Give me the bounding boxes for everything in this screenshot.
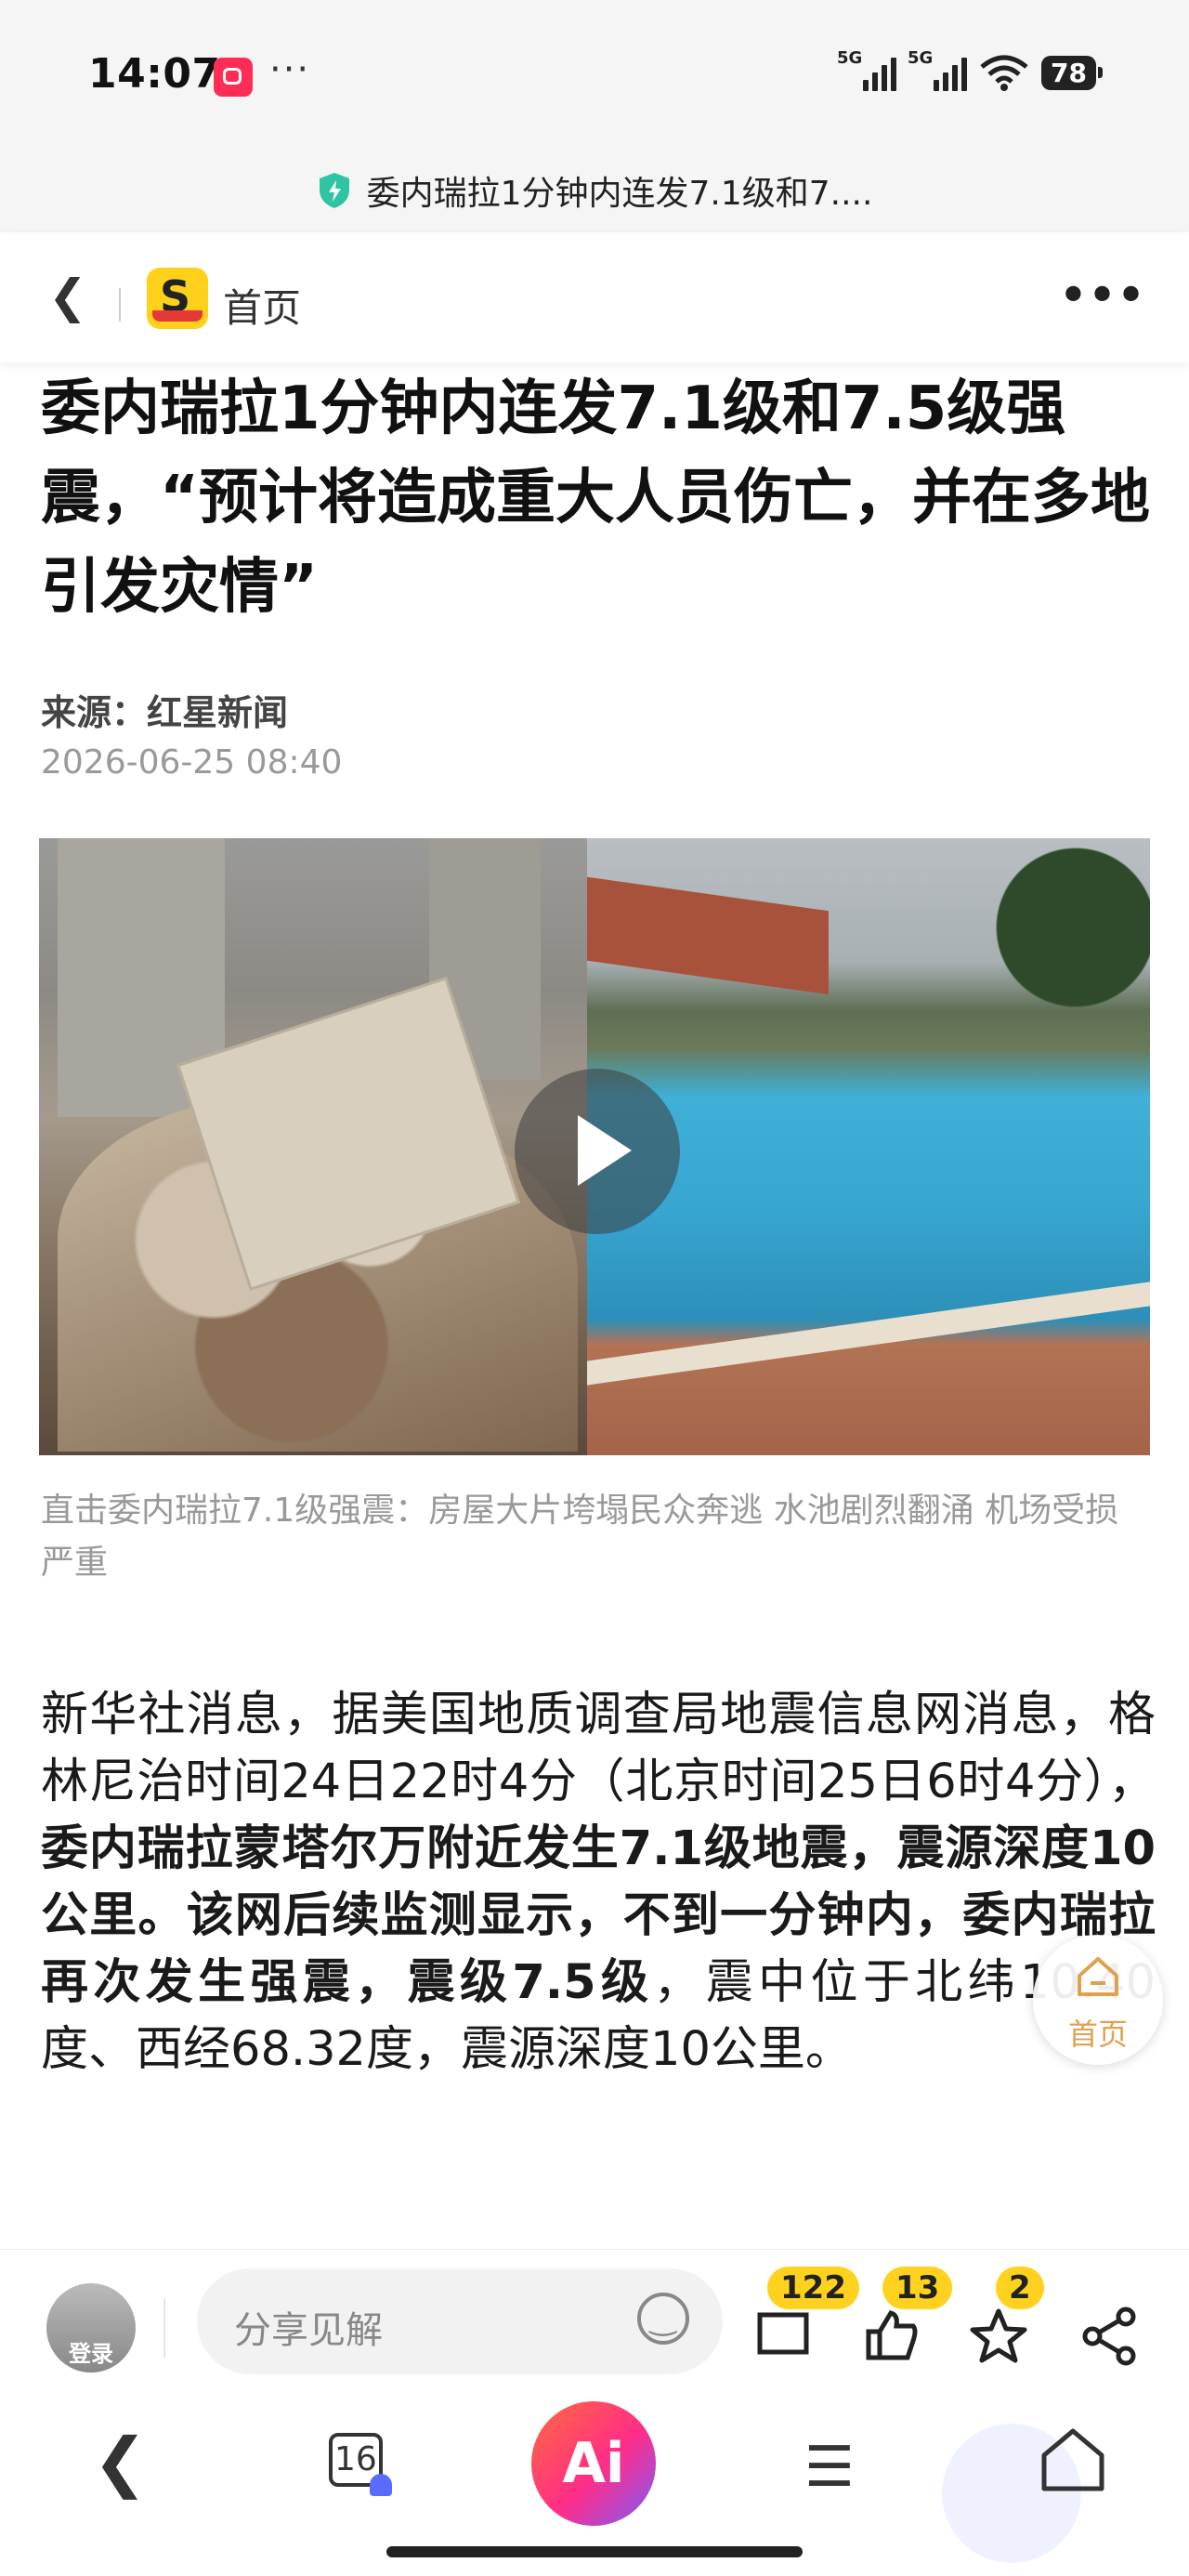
- likes-count-badge: 13: [882, 2267, 953, 2309]
- tabs-button[interactable]: 16: [329, 2433, 392, 2496]
- floating-home-button[interactable]: 首页: [1033, 1935, 1163, 2065]
- more-notifications-icon: ···: [269, 48, 311, 91]
- emoji-icon[interactable]: [637, 2293, 689, 2345]
- status-time: 14:07: [88, 50, 221, 98]
- video-caption: 直击委内瑞拉7.1级强震：房屋大片垮塌民众奔逃 水池剧烈翻涌 机场受损严重: [41, 1492, 1119, 1582]
- avatar[interactable]: 登录: [46, 2283, 136, 2372]
- more-options-icon[interactable]: •••: [1058, 266, 1146, 326]
- star-icon[interactable]: [966, 2304, 1031, 2369]
- article-body: 新华社消息，据美国地质调查局地震信息网消息，格林尼治时间24日22时4分（北京时…: [41, 1682, 1156, 2083]
- article-action-bar: 登录 分享见解 122 13 2: [0, 2249, 1189, 2389]
- top-navbar: ❮ S 首页 •••: [0, 232, 1189, 362]
- shield-secure-icon: [319, 173, 349, 208]
- notification-app-icon: [214, 58, 253, 97]
- app-logo[interactable]: S: [147, 268, 208, 329]
- signal-5g-icon: 5G: [837, 48, 897, 91]
- divider: [119, 288, 121, 322]
- share-icon[interactable]: [1078, 2304, 1143, 2369]
- wifi-icon: [980, 55, 1028, 91]
- home-link[interactable]: 首页: [223, 277, 301, 334]
- status-bar: 14:07 ··· 5G 5G 78: [0, 0, 1189, 149]
- floating-home-label: 首页: [1067, 2017, 1128, 2052]
- home-icon: [1078, 1957, 1118, 1996]
- signal-5g-icon: 5G: [908, 48, 968, 91]
- battery-icon: 78: [1041, 55, 1103, 90]
- like-icon[interactable]: [859, 2304, 924, 2369]
- comment-icon[interactable]: [751, 2304, 816, 2369]
- menu-icon[interactable]: ☰: [804, 2435, 855, 2500]
- status-indicators: 5G 5G 78: [837, 48, 1103, 91]
- video-player[interactable]: [39, 838, 1150, 1455]
- login-label: 登录: [69, 2341, 113, 2367]
- play-icon[interactable]: [515, 1069, 680, 1234]
- home-icon[interactable]: [1031, 2418, 1115, 2502]
- comment-input[interactable]: 分享见解: [197, 2268, 723, 2374]
- comment-placeholder: 分享见解: [234, 2309, 383, 2352]
- back-icon[interactable]: ❮: [93, 2424, 148, 2500]
- divider: [163, 2298, 165, 2358]
- ai-assistant-button[interactable]: Ai: [531, 2401, 656, 2526]
- url-text: 委内瑞拉1分钟内连发7.1级和7....: [366, 175, 873, 213]
- comments-count-badge: 122: [767, 2267, 859, 2309]
- article-title: 委内瑞拉1分钟内连发7.1级和7.5级强震，“预计将造成重大人员伤亡，并在多地引…: [41, 375, 1151, 622]
- tabs-count: 16: [334, 2440, 377, 2478]
- article-source: 来源：红星新闻: [41, 692, 289, 733]
- url-bar[interactable]: 委内瑞拉1分钟内连发7.1级和7....: [0, 149, 1189, 232]
- article-date: 2026-06-25 08:40: [41, 743, 343, 782]
- body-text-part: 新华社消息，据美国地质调查局地震信息网消息，格林尼治时间24日22时4分（北京时…: [41, 1688, 1156, 1809]
- back-chevron-icon[interactable]: ❮: [48, 273, 87, 320]
- favorites-count-badge: 2: [996, 2267, 1044, 2309]
- video-frame-left: [39, 838, 587, 1455]
- home-indicator[interactable]: [386, 2546, 803, 2557]
